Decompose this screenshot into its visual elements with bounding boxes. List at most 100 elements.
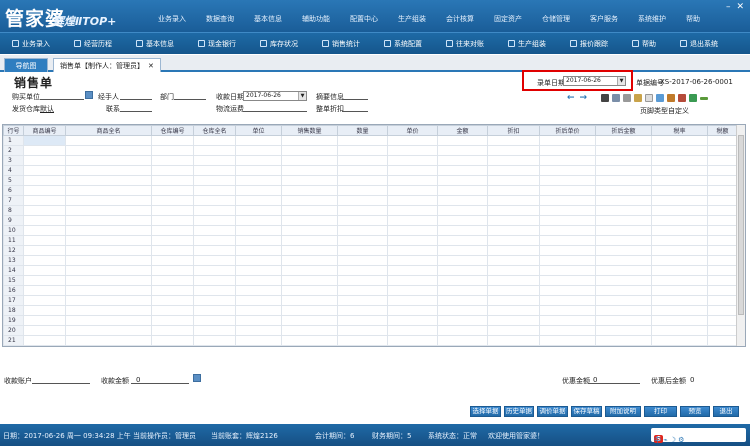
table-row[interactable]: 11 xyxy=(3,235,738,246)
grid-cell[interactable] xyxy=(595,335,652,346)
grid-cell[interactable] xyxy=(23,285,66,296)
grid-cell[interactable] xyxy=(387,175,438,186)
row-number[interactable]: 19 xyxy=(3,315,24,326)
grid-cell[interactable] xyxy=(651,335,708,346)
grid-cell[interactable] xyxy=(437,195,488,206)
handler-field[interactable] xyxy=(120,99,152,100)
grid-cell[interactable] xyxy=(487,185,540,196)
grid-cell[interactable] xyxy=(595,155,652,166)
row-number[interactable]: 6 xyxy=(3,185,24,196)
grid-cell[interactable] xyxy=(539,335,596,346)
grid-cell[interactable] xyxy=(487,215,540,226)
grid-cell[interactable] xyxy=(487,255,540,266)
table-row[interactable]: 13 xyxy=(3,255,738,266)
grid-cell[interactable] xyxy=(539,165,596,176)
grid-cell[interactable] xyxy=(337,345,388,346)
grid-cell[interactable] xyxy=(651,235,708,246)
grid-cell[interactable] xyxy=(437,185,488,196)
grid-cell[interactable] xyxy=(539,255,596,266)
grid-cell[interactable] xyxy=(487,155,540,166)
toolbar-button[interactable]: 生产组装 xyxy=(496,33,558,55)
preview-button[interactable]: 预览 xyxy=(680,406,710,417)
grid-cell[interactable] xyxy=(337,145,388,156)
grid-cell[interactable] xyxy=(539,315,596,326)
grid-cell[interactable] xyxy=(487,175,540,186)
grid-cell[interactable] xyxy=(387,295,438,306)
grid-cell[interactable] xyxy=(235,345,282,346)
toolbar-button[interactable]: 现金银行 xyxy=(186,33,248,55)
grid-cell[interactable] xyxy=(281,315,338,326)
grid-cell[interactable] xyxy=(707,195,738,206)
grid-cell[interactable] xyxy=(235,285,282,296)
column-header[interactable]: 数量 xyxy=(337,125,388,136)
grid-cell[interactable] xyxy=(235,175,282,186)
grid-cell[interactable] xyxy=(281,305,338,316)
grid-cell[interactable] xyxy=(487,135,540,146)
grid-cell[interactable] xyxy=(23,295,66,306)
grid-cell[interactable] xyxy=(281,325,338,336)
grid-cell[interactable] xyxy=(595,295,652,306)
minimize-icon[interactable]: – xyxy=(726,2,731,12)
grid-cell[interactable] xyxy=(387,205,438,216)
grid-cell[interactable] xyxy=(151,175,194,186)
print-button[interactable]: 打印 xyxy=(644,406,677,417)
grid-cell[interactable] xyxy=(281,205,338,216)
prepaid-field[interactable] xyxy=(32,383,90,384)
grid-cell[interactable] xyxy=(437,225,488,236)
grid-cell[interactable] xyxy=(595,145,652,156)
grid-cell[interactable] xyxy=(65,285,152,296)
grid-cell[interactable] xyxy=(193,215,236,226)
grid-cell[interactable] xyxy=(151,325,194,336)
grid-cell[interactable] xyxy=(651,305,708,316)
grid-cell[interactable] xyxy=(707,275,738,286)
grid-cell[interactable] xyxy=(387,345,438,346)
close-tab-icon[interactable]: ✕ xyxy=(148,62,154,70)
grid-cell[interactable] xyxy=(539,135,596,146)
top-menu-item[interactable]: 基本信息 xyxy=(244,14,292,24)
row-number[interactable]: 13 xyxy=(3,255,24,266)
grid-cell[interactable] xyxy=(437,315,488,326)
grid-cell[interactable] xyxy=(437,155,488,166)
grid-cell[interactable] xyxy=(437,345,488,346)
warehouse-field[interactable]: 默认 xyxy=(40,104,54,114)
grid-cell[interactable] xyxy=(651,135,708,146)
grid-cell[interactable] xyxy=(151,165,194,176)
grid-cell[interactable] xyxy=(151,205,194,216)
column-header[interactable]: 商品编号 xyxy=(23,125,66,136)
grid-cell[interactable] xyxy=(651,165,708,176)
contact-field[interactable] xyxy=(120,111,152,112)
grid-cell[interactable] xyxy=(65,345,152,346)
grid-cell[interactable] xyxy=(151,295,194,306)
grid-cell[interactable] xyxy=(151,235,194,246)
grid-cell[interactable] xyxy=(539,155,596,166)
row-number[interactable]: 12 xyxy=(3,245,24,256)
grid-cell[interactable] xyxy=(387,265,438,276)
grid-cell[interactable] xyxy=(281,155,338,166)
grid-cell[interactable] xyxy=(437,335,488,346)
edit-icon[interactable] xyxy=(656,94,664,102)
grid-cell[interactable] xyxy=(539,345,596,346)
grid-cell[interactable] xyxy=(487,265,540,276)
grid-cell[interactable] xyxy=(23,275,66,286)
grid-cell[interactable] xyxy=(487,285,540,296)
grid-cell[interactable] xyxy=(595,165,652,176)
table-row[interactable]: 2 xyxy=(3,145,738,156)
grid-cell[interactable] xyxy=(23,205,66,216)
table-row[interactable]: 6 xyxy=(3,185,738,196)
table-row[interactable]: 合计 xyxy=(3,345,738,346)
grid-cell[interactable] xyxy=(337,205,388,216)
grid-cell[interactable] xyxy=(707,345,738,346)
discount-field[interactable] xyxy=(342,111,368,112)
grid-cell[interactable] xyxy=(387,335,438,346)
grid-cell[interactable] xyxy=(65,295,152,306)
top-menu-item[interactable]: 数据查询 xyxy=(196,14,244,24)
grid-cell[interactable] xyxy=(281,175,338,186)
grid-cell[interactable] xyxy=(651,285,708,296)
toolbar-button[interactable]: 业务录入 xyxy=(0,33,62,55)
column-header[interactable]: 金额 xyxy=(437,125,488,136)
table-row[interactable]: 7 xyxy=(3,195,738,206)
table-row[interactable]: 19 xyxy=(3,315,738,326)
grid-cell[interactable] xyxy=(651,185,708,196)
grid-cell[interactable] xyxy=(651,265,708,276)
grid-cell[interactable] xyxy=(651,325,708,336)
